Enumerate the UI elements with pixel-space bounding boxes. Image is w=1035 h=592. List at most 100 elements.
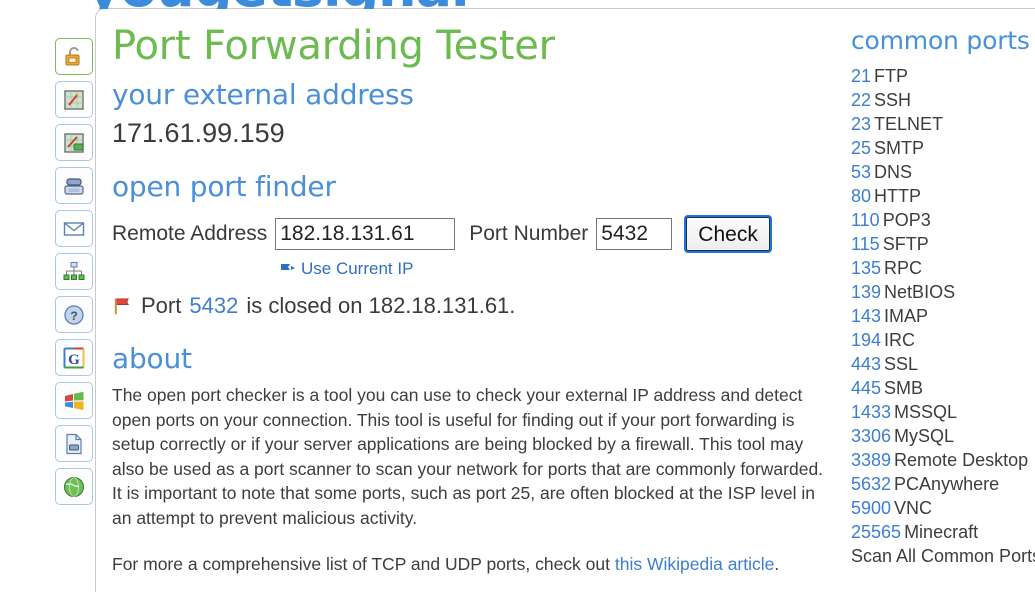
common-port-name: IMAP (884, 305, 929, 326)
common-port-number: 25565 (851, 521, 902, 542)
external-address-heading: your external address (112, 78, 414, 111)
red-flag-icon (114, 298, 130, 314)
common-port-number: 3389 (851, 449, 892, 470)
common-port-name: TELNET (874, 113, 944, 134)
browser-page: yougetsignal (0, 0, 1035, 592)
port-check-form: Remote Address Port Number Check (112, 217, 852, 252)
common-port-name: Minecraft (904, 521, 979, 542)
common-port-name: MSSQL (894, 401, 958, 422)
result-suffix: is closed on 182.18.131.61. (246, 293, 516, 319)
common-port-item[interactable]: 143 IMAP (851, 304, 1035, 328)
external-address-value: 171.61.99.159 (112, 118, 285, 149)
use-current-ip-link[interactable]: Use Current IP (301, 259, 413, 279)
common-port-item[interactable]: 115 SFTP (851, 232, 1035, 256)
common-port-name: RPC (884, 257, 923, 278)
common-port-item[interactable]: 139 NetBIOS (851, 280, 1035, 304)
site-logo[interactable]: yougetsignal (0, 0, 1035, 9)
use-current-ip-row: Use Current IP (280, 259, 413, 279)
about-paragraph-2-after: . (774, 554, 780, 575)
remote-address-input[interactable] (275, 218, 456, 251)
pointer-flag-icon (281, 264, 295, 271)
common-port-name: FTP (874, 65, 909, 86)
common-port-item[interactable]: 21 FTP (851, 64, 1035, 88)
common-port-number: 22 (851, 89, 872, 110)
common-port-name: SSL (884, 353, 919, 374)
common-port-number: 5632 (851, 473, 892, 494)
common-port-number: 3306 (851, 425, 892, 446)
common-port-item[interactable]: 110 POP3 (851, 208, 1035, 232)
check-button[interactable]: Check (686, 217, 770, 252)
common-port-number: 143 (851, 305, 882, 326)
globe-icon[interactable] (55, 468, 93, 505)
google-icon[interactable]: G (55, 339, 93, 376)
common-port-item[interactable]: 80 HTTP (851, 184, 1035, 208)
scan-all-common-ports-link[interactable]: Scan All Common Ports (851, 544, 1035, 568)
common-port-name: NetBIOS (884, 281, 956, 302)
map-money-icon-glyph (64, 132, 84, 153)
result-port: 5432 (189, 293, 239, 319)
common-port-number: 445 (851, 377, 882, 398)
common-port-number: 139 (851, 281, 882, 302)
common-port-number: 115 (851, 233, 880, 254)
phone-icon-glyph (64, 177, 84, 195)
port-number-input[interactable] (596, 218, 673, 251)
about-heading: about (112, 342, 192, 376)
common-port-name: PCAnywhere (894, 473, 1000, 494)
common-port-item[interactable]: 3306 MySQL (851, 424, 1035, 448)
common-port-number: 21 (851, 65, 872, 86)
common-port-item[interactable]: 5632 PCAnywhere (851, 472, 1035, 496)
common-port-item[interactable]: 445 SMB (851, 376, 1035, 400)
common-port-item[interactable]: 194 IRC (851, 328, 1035, 352)
map-money-icon[interactable] (55, 124, 93, 161)
document-fax-icon-glyph (66, 433, 82, 454)
common-port-item[interactable]: 25 SMTP (851, 136, 1035, 160)
common-port-name: Remote Desktop (894, 449, 1029, 470)
site-logo-text: yougetsignal (86, 0, 470, 9)
common-port-item[interactable]: 5900 VNC (851, 496, 1035, 520)
common-ports-heading: common ports (851, 26, 1030, 55)
common-port-number: 443 (851, 353, 882, 374)
wikipedia-link[interactable]: this Wikipedia article (615, 554, 775, 574)
windows-icon-glyph (65, 391, 84, 410)
common-port-number: 53 (851, 161, 872, 182)
common-port-name: SFTP (882, 233, 929, 254)
phone-icon[interactable] (55, 167, 93, 204)
bookmark-icon-rail: ? G (55, 38, 95, 505)
common-port-item[interactable]: 23 TELNET (851, 112, 1035, 136)
common-port-name: SMB (884, 377, 924, 398)
remote-address-label: Remote Address (112, 222, 268, 246)
network-icon[interactable] (55, 253, 93, 290)
common-port-name: IRC (884, 329, 916, 350)
result-prefix: Port (141, 293, 182, 319)
common-port-item[interactable]: 1433 MSSQL (851, 400, 1035, 424)
envelope-icon[interactable] (55, 210, 93, 247)
common-port-item[interactable]: 22 SSH (851, 88, 1035, 112)
map-pin-icon[interactable] (55, 81, 93, 118)
map-pin-icon-glyph (64, 89, 84, 110)
common-port-item[interactable]: 25565 Minecraft (851, 520, 1035, 544)
common-port-name: VNC (894, 497, 933, 518)
envelope-icon-glyph (63, 221, 85, 236)
windows-icon[interactable] (55, 382, 93, 419)
about-paragraph-1: The open port checker is a tool you can … (112, 385, 824, 528)
google-icon-glyph: G (63, 347, 85, 368)
common-port-number: 110 (851, 209, 880, 230)
svg-text:G: G (68, 352, 80, 368)
help-icon[interactable]: ? (55, 296, 93, 333)
common-port-item[interactable]: 135 RPC (851, 256, 1035, 280)
common-port-item[interactable]: 3389 Remote Desktop (851, 448, 1035, 472)
document-fax-icon[interactable] (55, 425, 93, 462)
common-port-number: 5900 (851, 497, 892, 518)
common-port-name: MySQL (894, 425, 955, 446)
network-icon-glyph (63, 261, 85, 280)
common-port-item[interactable]: 443 SSL (851, 352, 1035, 376)
common-port-name: POP3 (882, 209, 931, 230)
main-column: Port Forwarding Tester your external add… (112, 23, 852, 592)
help-icon-glyph: ? (64, 304, 84, 325)
common-port-item[interactable]: 53 DNS (851, 160, 1035, 184)
lock-open-icon[interactable] (55, 38, 93, 75)
common-port-name: HTTP (874, 185, 922, 206)
about-paragraph-2-before: For more a comprehensive list of TCP and… (112, 554, 615, 575)
port-number-label: Port Number (469, 222, 589, 246)
common-ports-panel: common ports 21 FTP 22 SSH 23 TELNET 25 SMTP 53 D… (851, 27, 1035, 568)
